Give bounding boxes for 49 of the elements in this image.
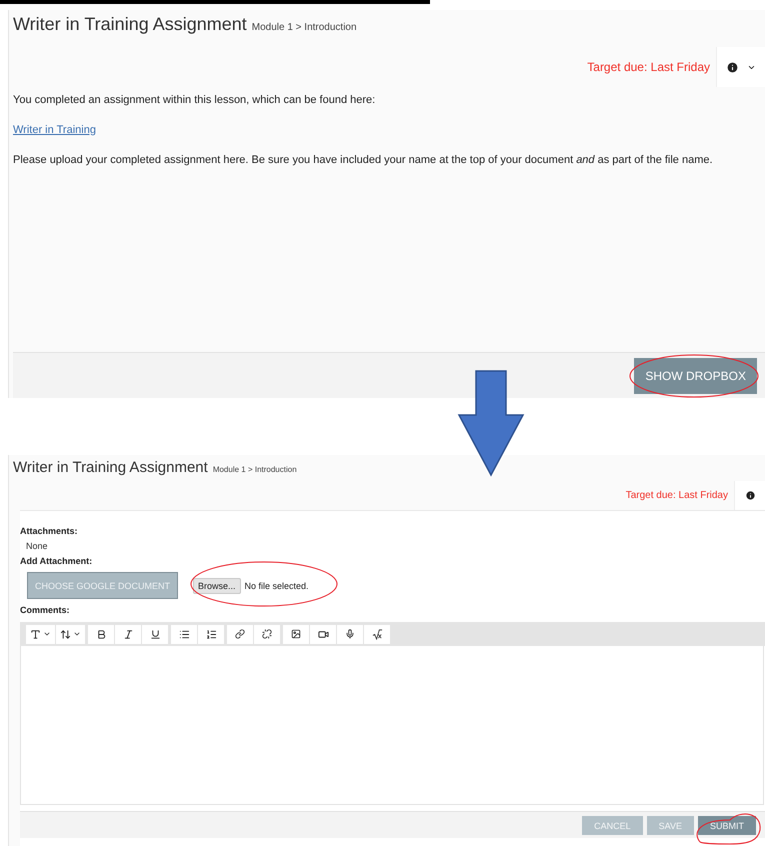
instruction-text: You completed an assignment within this lesson, which can be found here: [13, 93, 376, 107]
lesson-link[interactable]: Writer in Training [13, 124, 96, 136]
video-camera-icon [318, 628, 328, 640]
numbered-list-button[interactable] [198, 624, 224, 644]
assignment-title: Writer in Training Assignment [13, 14, 247, 35]
text-size-icon [60, 628, 71, 640]
square-root-icon [372, 628, 382, 640]
file-status: No file selected. [244, 580, 309, 590]
breadcrumb: Module 1 > Introduction [252, 22, 357, 33]
microphone-icon [345, 629, 355, 639]
field-label: Comments: [20, 604, 71, 617]
info-icon [744, 490, 756, 501]
target-due-text: Target due: Last Friday [587, 60, 710, 74]
unlink-button[interactable] [254, 624, 280, 644]
text-size-button[interactable] [56, 624, 85, 644]
italic-button[interactable] [115, 624, 141, 644]
caret-icon [73, 630, 81, 638]
link-icon [235, 629, 245, 639]
underline-button[interactable] [142, 624, 168, 644]
font-button[interactable] [26, 624, 55, 644]
bold-icon [96, 628, 106, 640]
numbered-list-icon [206, 628, 216, 640]
instruction-text: Please upload your completed assignment here. Be sure you have included your name at the top of your document and as part of the file name. [13, 153, 714, 167]
italic-icon [122, 628, 134, 640]
bold-button[interactable] [88, 624, 114, 644]
info-icon [726, 60, 739, 74]
image-icon [291, 629, 301, 639]
link-button[interactable] [227, 624, 253, 644]
bullet-list-button[interactable] [171, 624, 197, 644]
field-label: Add Attachment: [20, 555, 94, 568]
browse-button[interactable]: Browse... [193, 578, 241, 594]
formula-button[interactable] [364, 624, 390, 644]
assignment-title: Writer in Training Assignment [13, 459, 208, 476]
choose-google-document-button[interactable]: CHOOSE GOOGLE DOCUMENT [27, 572, 178, 599]
info-button[interactable] [734, 481, 765, 510]
form-button[interactable]: SUBMIT [698, 816, 756, 834]
breadcrumb: Module 1 > Introduction [212, 465, 297, 474]
image-button[interactable] [283, 624, 309, 644]
show-dropbox-button[interactable]: SHOW DROPBOX [634, 358, 757, 394]
font-icon [30, 628, 41, 640]
underline-icon [150, 628, 160, 640]
video-button[interactable] [310, 624, 336, 644]
microphone-button[interactable] [337, 624, 363, 644]
target-due-text: Target due: Last Friday [626, 490, 728, 501]
field-label: Attachments: [20, 525, 79, 538]
info-dropdown[interactable] [716, 47, 765, 87]
caret-icon [43, 630, 51, 638]
attachments-value: None [26, 540, 49, 553]
unlink-icon [262, 629, 272, 639]
